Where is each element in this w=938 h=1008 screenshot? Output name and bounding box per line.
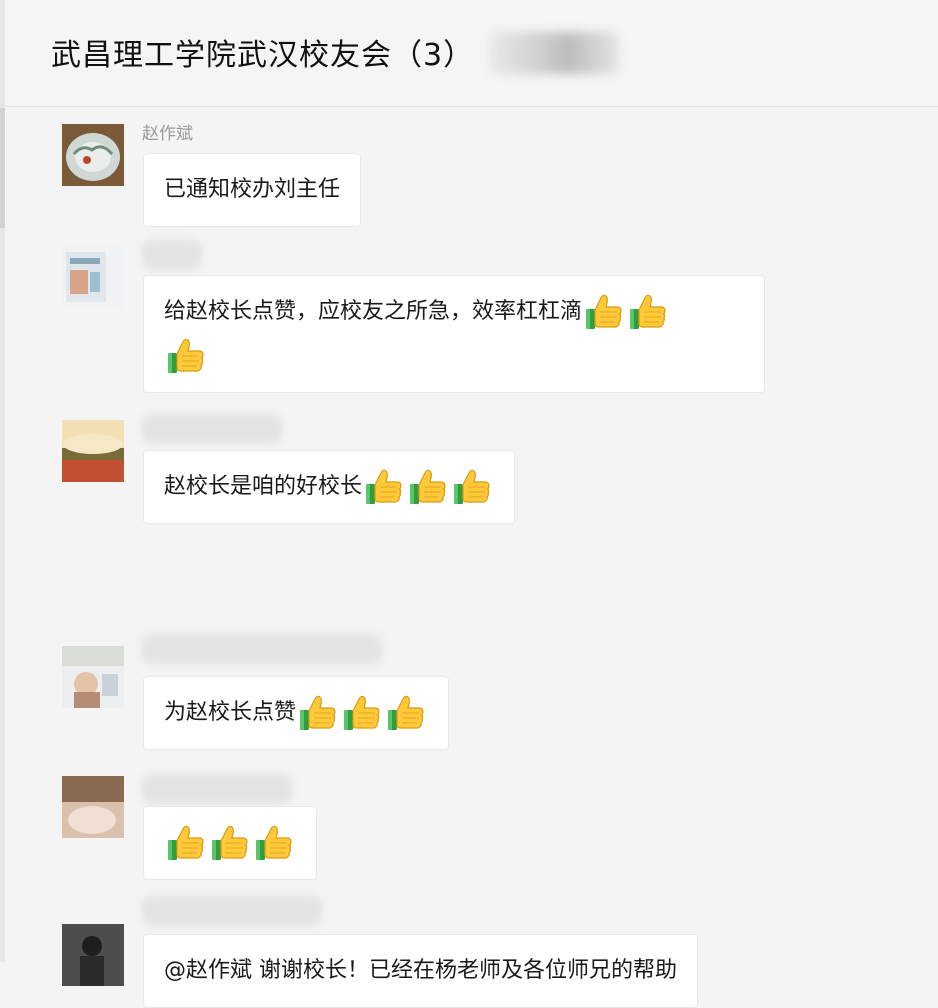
message-text: 为赵校长点赞: [164, 700, 297, 725]
thumbs-up-icon: [584, 292, 624, 332]
message-bubble[interactable]: 赵校长是咱的好校长: [143, 450, 516, 524]
blurred-sender-name: [142, 414, 282, 444]
blurred-sender-name: [142, 774, 292, 804]
thumbs-up-icon: [628, 292, 668, 332]
avatar[interactable]: [62, 646, 124, 708]
message-bubble[interactable]: 给赵校长点赞，应校友之所急，效率杠杠滴: [143, 275, 765, 393]
message-bubble[interactable]: @赵作斌 谢谢校长！已经在杨老师及各位师兄的帮助: [143, 934, 698, 1008]
sender-name: 赵作斌: [142, 124, 193, 144]
thumbs-up-icon: [452, 467, 492, 507]
avatar[interactable]: [62, 776, 124, 838]
blurred-sender-name: [142, 634, 382, 664]
thumbs-up-icon: [254, 823, 294, 863]
message-bubble[interactable]: [143, 806, 317, 880]
avatar-image: [62, 924, 124, 986]
thumbs-up-icon: [166, 336, 206, 376]
blurred-sender-name: [142, 896, 322, 926]
avatar[interactable]: [62, 420, 124, 482]
thumbs-up-icon: [408, 467, 448, 507]
chat-title: 武昌理工学院武汉校友会（3）: [51, 38, 475, 73]
avatar[interactable]: [62, 124, 124, 186]
thumbs-up-icon: [364, 467, 404, 507]
thumbs-up-icon: [210, 823, 250, 863]
thumbs-up-icon: [342, 693, 382, 733]
blurred-member-count: [489, 32, 619, 74]
message-text: 赵校长是咱的好校长: [164, 474, 363, 499]
scrollbar-thumb[interactable]: [0, 108, 5, 228]
thumbs-up-icon: [386, 693, 426, 733]
avatar-image: [62, 246, 124, 308]
message-bubble[interactable]: 已通知校办刘主任: [143, 153, 362, 227]
avatar[interactable]: [62, 246, 124, 308]
window-left-edge: [0, 0, 5, 962]
message-text: 给赵校长点赞，应校友之所急，效率杠杠滴: [164, 299, 583, 324]
avatar-image: [62, 420, 124, 482]
message-bubble[interactable]: 为赵校长点赞: [143, 676, 450, 750]
message-text: 已通知校办刘主任: [164, 177, 341, 202]
avatar-image: [62, 124, 124, 186]
avatar[interactable]: [62, 924, 124, 986]
avatar-image: [62, 776, 124, 838]
thumbs-up-icon: [298, 693, 338, 733]
thumbs-up-icon: [166, 823, 206, 863]
blurred-sender-name: [142, 240, 202, 270]
chat-header: 武昌理工学院武汉校友会（3）: [5, 0, 938, 107]
avatar-image: [62, 646, 124, 708]
